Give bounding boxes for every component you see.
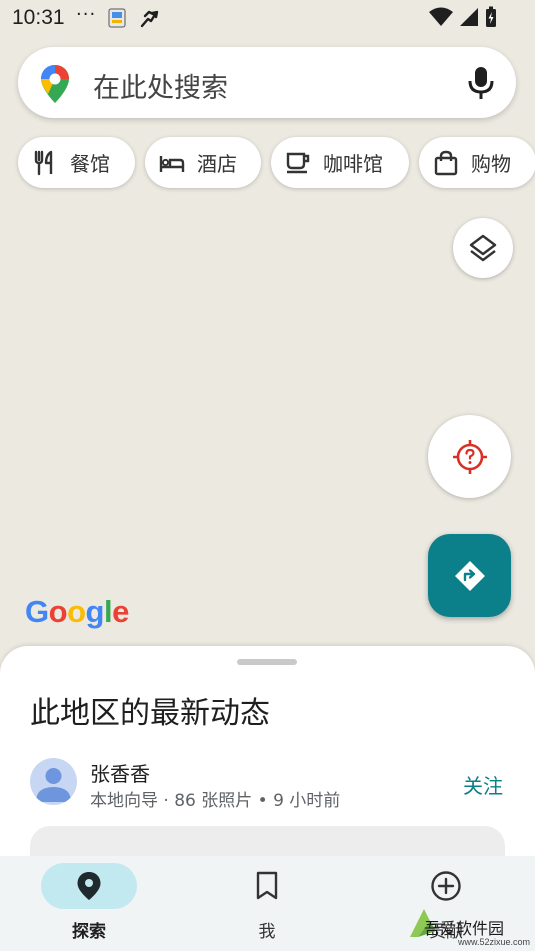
chip-label: 酒店 [197, 152, 237, 176]
app-notification-icon [108, 8, 126, 28]
location-pin-icon [77, 872, 101, 900]
status-right [429, 6, 497, 28]
layers-icon [469, 234, 497, 262]
chip-label: 购物 [471, 152, 511, 176]
avatar[interactable] [30, 758, 77, 805]
person-icon [36, 768, 71, 802]
maps-pin-logo-icon [41, 65, 69, 103]
chip-restaurants[interactable]: 餐馆 [18, 137, 135, 188]
chip-shopping[interactable]: 购物 [419, 137, 535, 188]
nav-explore[interactable]: 探索 [24, 856, 154, 951]
bookmark-icon [256, 871, 278, 900]
sheet-drag-handle[interactable] [237, 659, 297, 665]
chip-label: 餐馆 [70, 152, 110, 176]
chip-label: 咖啡馆 [323, 152, 383, 176]
status-time: 10:31 [12, 6, 65, 29]
microphone-icon[interactable] [466, 66, 496, 100]
battery-icon [486, 6, 496, 27]
directions-icon [454, 560, 485, 591]
restaurant-icon [34, 150, 53, 175]
activity-icon [140, 10, 159, 28]
nav-me[interactable]: 我 [202, 856, 332, 951]
coffee-icon [286, 152, 310, 173]
chip-hotels[interactable]: 酒店 [145, 137, 261, 188]
follow-button[interactable]: 关注 [463, 770, 503, 799]
more-notifications-icon: ··· [76, 4, 97, 25]
hotel-icon [159, 155, 185, 172]
directions-button[interactable] [428, 534, 511, 617]
user-meta: 本地向导 · 86 张照片 • 9 小时前 [90, 791, 341, 811]
shopping-bag-icon [434, 150, 458, 175]
status-bar: 10:31 ··· [0, 0, 535, 38]
nav-explore-indicator [41, 863, 137, 909]
nav-contribute-label: 贡献 [429, 922, 463, 942]
nav-contribute-indicator [398, 863, 494, 909]
bottom-navigation: 探索 我 贡献 [0, 856, 535, 951]
layers-button[interactable] [453, 218, 513, 278]
chip-coffee[interactable]: 咖啡馆 [271, 137, 409, 188]
my-location-button[interactable] [428, 415, 511, 498]
search-input[interactable]: 在此处搜索 [93, 66, 228, 105]
nav-me-indicator [219, 863, 315, 909]
nav-me-label: 我 [258, 922, 276, 942]
location-unknown-icon [452, 439, 487, 474]
nav-contribute[interactable]: 贡献 [381, 856, 511, 951]
google-logo: Google [25, 594, 129, 629]
cell-signal-icon [460, 8, 478, 26]
nav-explore-label: 探索 [72, 922, 106, 942]
add-circle-icon [431, 871, 461, 901]
search-bar[interactable]: 在此处搜索 [18, 47, 516, 118]
wifi-icon [429, 7, 453, 26]
user-name[interactable]: 张香香 [90, 758, 150, 787]
category-chips: 餐馆 酒店 咖啡馆 购物 [18, 137, 535, 188]
sheet-heading: 此地区的最新动态 [30, 696, 270, 731]
